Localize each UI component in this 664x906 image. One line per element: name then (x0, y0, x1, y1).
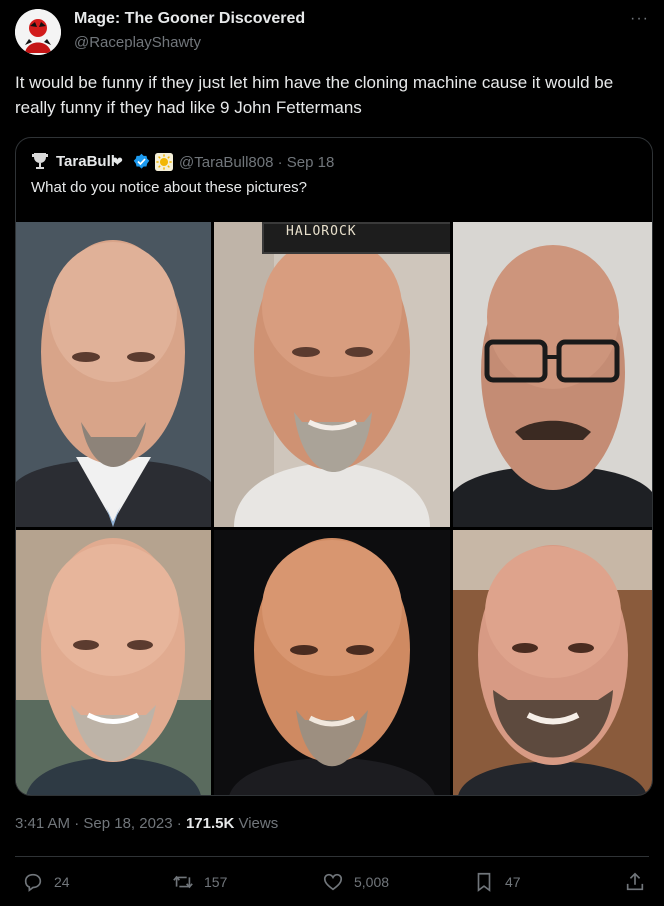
bookmark-icon (477, 872, 491, 892)
divider (15, 856, 649, 857)
timestamp[interactable]: 3:41 AM · Sep 18, 2023 · (15, 815, 186, 832)
tweet-meta: 3:41 AM · Sep 18, 2023 · 171.5K Views (15, 815, 278, 832)
tweet-text: It would be funny if they just let him h… (15, 73, 614, 117)
repost-icon (173, 875, 193, 889)
repost-count: 157 (204, 874, 228, 890)
trophy-avatar-icon (32, 153, 48, 169)
like-button[interactable]: 5,008 (322, 870, 389, 894)
reply-count: 24 (54, 874, 70, 890)
repost-button[interactable]: 157 (172, 870, 227, 894)
photo-3[interactable] (453, 222, 652, 527)
bookmark-button[interactable]: 47 (473, 870, 521, 894)
photo-6[interactable] (453, 530, 652, 795)
reply-icon (24, 873, 42, 892)
photo-2[interactable]: HALOROCK (214, 222, 450, 527)
photo-grid[interactable]: HALOROCK (16, 222, 652, 795)
author-avatar[interactable] (15, 9, 61, 55)
photo-4[interactable] (16, 530, 211, 795)
author-name[interactable]: Mage: The Gooner Discovered (74, 10, 305, 28)
quoted-author-name[interactable]: TaraBull (56, 153, 115, 170)
more-options-icon[interactable]: ··· (630, 10, 649, 28)
views-label: Views (234, 815, 279, 832)
author-handle[interactable]: @RaceplayShawty (74, 34, 201, 51)
tweet: Mage: The Gooner Discovered @RaceplaySha… (0, 0, 664, 906)
photo-5[interactable] (214, 530, 450, 795)
bookmark-count: 47 (505, 874, 521, 890)
halorock-sign: HALOROCK (262, 222, 450, 254)
share-button[interactable] (624, 870, 646, 894)
quoted-tweet[interactable]: TaraBull ❤ @TaraBull808 · Sep 18 What do… (15, 137, 653, 796)
heart-emoji: ❤ (112, 154, 123, 169)
share-icon (626, 872, 644, 891)
quoted-handle-date[interactable]: @TaraBull808 · Sep 18 (179, 154, 334, 171)
like-count: 5,008 (354, 874, 390, 890)
verified-badge-icon (133, 153, 150, 169)
quoted-text: What do you notice about these pictures? (31, 179, 308, 196)
views-count: 171.5K (185, 815, 235, 832)
photo-1[interactable] (16, 222, 211, 527)
heart-icon (323, 873, 343, 891)
reply-button[interactable]: 24 (22, 870, 70, 894)
sun-badge-icon (155, 153, 173, 171)
